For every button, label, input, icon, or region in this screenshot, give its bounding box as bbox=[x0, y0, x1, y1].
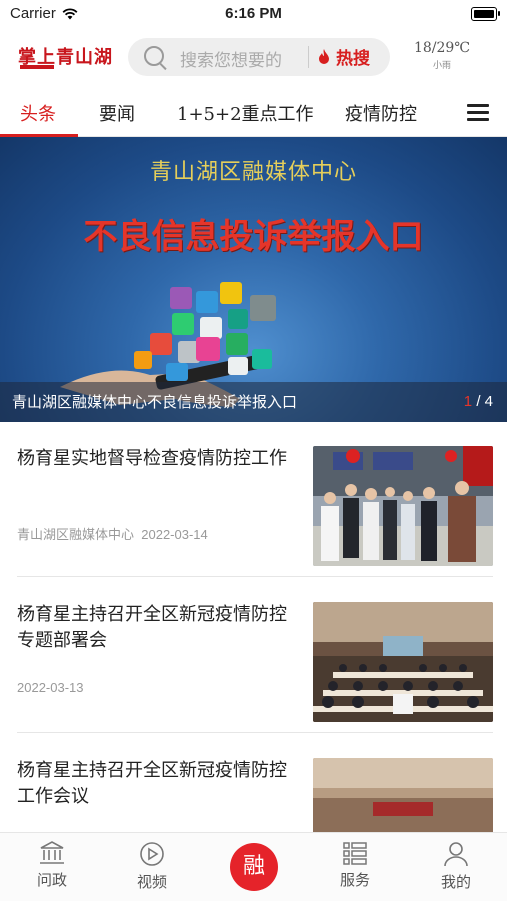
nav-label: 视频 bbox=[136, 873, 167, 891]
nav-item-mine[interactable]: 我的 bbox=[421, 841, 491, 892]
flame-icon bbox=[319, 48, 329, 64]
list-icon bbox=[343, 842, 367, 865]
menu-icon[interactable] bbox=[467, 104, 489, 122]
battery-icon bbox=[471, 7, 500, 21]
search-divider bbox=[308, 46, 309, 68]
news-title: 杨育星主持召开全区新冠疫情防控工作会议 bbox=[17, 760, 287, 807]
search-bar[interactable]: 搜索您想要的 热搜 bbox=[128, 38, 390, 76]
status-bar: Carrier 6:16 PM bbox=[0, 0, 507, 28]
status-time: 6:16 PM bbox=[225, 5, 282, 22]
weather-temp: 18/29℃ bbox=[413, 40, 470, 56]
news-thumbnail bbox=[313, 602, 493, 722]
play-icon bbox=[140, 842, 164, 866]
nav-item-video[interactable]: 视频 bbox=[117, 841, 187, 892]
news-title: 杨育星主持召开全区新冠疫情防控专题部署会 bbox=[17, 604, 287, 651]
nav-label: 问政 bbox=[36, 871, 67, 889]
nav-label: 我的 bbox=[440, 873, 471, 891]
banner-carousel[interactable]: 青山湖区融媒体中心 不良信息投诉举报入口 青山湖区融媒体中心不良信息投诉举报入口… bbox=[0, 137, 507, 422]
news-item[interactable]: 杨育星主持召开全区新冠疫情防控专题部署会 2022-03-13 bbox=[0, 578, 507, 733]
center-button[interactable]: 融 bbox=[230, 843, 278, 891]
news-date: 2022-03-13 bbox=[17, 680, 84, 695]
tab-epidemic[interactable]: 疫情防控 bbox=[345, 100, 417, 126]
search-icon bbox=[144, 46, 164, 66]
nav-item-service[interactable]: 服务 bbox=[320, 841, 390, 890]
news-date: 2022-03-14 bbox=[141, 527, 208, 542]
building-icon bbox=[40, 841, 64, 864]
news-title: 杨育星实地督导检查疫情防控工作 bbox=[17, 448, 287, 469]
news-source: 青山湖区融媒体中心 bbox=[17, 527, 135, 542]
logo-underline bbox=[20, 65, 54, 69]
category-tabs: 头条 要闻 1+5+2重点工作 疫情防控 bbox=[0, 90, 507, 137]
hot-search-button[interactable]: 热搜 bbox=[318, 44, 370, 69]
tab-headlines[interactable]: 头条 bbox=[20, 100, 56, 126]
news-meta: 2022-03-13 bbox=[17, 680, 84, 695]
search-placeholder: 搜索您想要的 bbox=[180, 51, 282, 71]
tab-key-work[interactable]: 1+5+2重点工作 bbox=[177, 100, 314, 126]
top-bar: 掌上青山湖 搜索您想要的 热搜 18/29℃ 小雨 bbox=[0, 28, 507, 84]
hot-search-label: 热搜 bbox=[336, 49, 370, 69]
carousel-pager: 1 / 4 bbox=[463, 393, 493, 410]
news-thumbnail bbox=[313, 446, 493, 566]
nav-label: 服务 bbox=[339, 871, 370, 889]
weather-widget[interactable]: 18/29℃ 小雨 bbox=[412, 40, 472, 71]
banner-caption: 青山湖区融媒体中心不良信息投诉举报入口 bbox=[12, 393, 298, 411]
nav-item-wenzheng[interactable]: 问政 bbox=[17, 841, 87, 890]
weather-condition: 小雨 bbox=[432, 61, 451, 71]
tab-news[interactable]: 要闻 bbox=[99, 100, 135, 126]
news-item[interactable]: 杨育星实地督导检查疫情防控工作 青山湖区融媒体中心 2022-03-14 bbox=[0, 422, 507, 577]
app-icons-illustration bbox=[60, 282, 276, 407]
user-icon bbox=[444, 842, 468, 867]
news-meta: 青山湖区融媒体中心 2022-03-14 bbox=[17, 524, 208, 543]
